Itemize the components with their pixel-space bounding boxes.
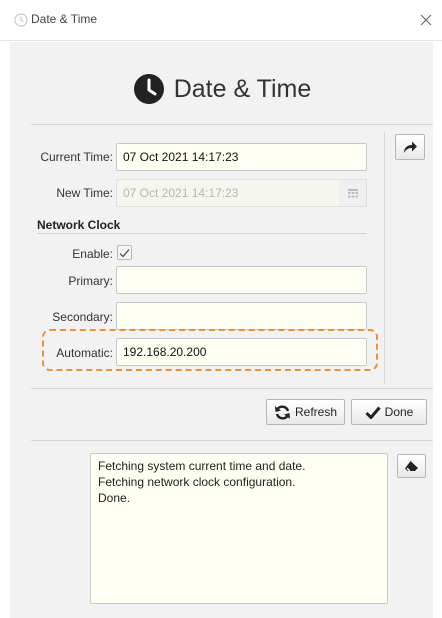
close-icon xyxy=(420,14,432,26)
share-arrow-icon xyxy=(404,141,417,153)
clock-icon xyxy=(133,74,164,104)
divider xyxy=(31,124,433,125)
new-time-label: New Time: xyxy=(56,186,113,200)
section-divider xyxy=(37,233,367,234)
calendar-icon xyxy=(347,188,358,197)
divider xyxy=(31,440,433,441)
done-label: Done xyxy=(384,405,414,419)
current-time-label: Current Time: xyxy=(40,150,113,164)
primary-label: Primary: xyxy=(68,274,113,288)
divider xyxy=(31,388,433,389)
dialog-panel: Date & Time Current Time: 07 Oct 2021 14… xyxy=(10,42,433,618)
done-button[interactable]: Done xyxy=(351,399,427,425)
title-bar: Date & Time xyxy=(0,0,442,41)
secondary-label: Secondary: xyxy=(52,310,113,324)
log-line: Done. xyxy=(98,491,131,505)
automatic-field[interactable]: 192.168.20.200 xyxy=(116,338,367,366)
log-output[interactable]: Fetching system current time and date. F… xyxy=(90,453,388,604)
calendar-button[interactable] xyxy=(339,179,367,207)
clock-icon xyxy=(14,13,28,27)
refresh-icon xyxy=(274,404,290,420)
refresh-label: Refresh xyxy=(294,405,338,419)
window-title: Date & Time xyxy=(31,12,98,26)
page-title: Date & Time xyxy=(173,74,312,103)
log-line: Fetching network clock configuration. xyxy=(98,475,296,489)
new-time-field[interactable]: 07 Oct 2021 14:17:23 xyxy=(116,179,340,207)
enable-label: Enable: xyxy=(72,247,113,261)
divider xyxy=(384,132,385,384)
automatic-label: Automatic: xyxy=(56,346,113,360)
clear-log-button[interactable] xyxy=(397,454,426,478)
header: Date & Time xyxy=(10,72,433,112)
secondary-field[interactable] xyxy=(116,302,367,330)
refresh-button[interactable]: Refresh xyxy=(266,399,345,425)
current-time-field[interactable]: 07 Oct 2021 14:17:23 xyxy=(116,143,367,171)
network-clock-title: Network Clock xyxy=(37,218,121,232)
eraser-icon xyxy=(405,461,418,472)
apply-button[interactable] xyxy=(395,134,425,160)
primary-field[interactable] xyxy=(116,266,367,294)
checkmark-icon xyxy=(365,406,381,419)
enable-checkbox[interactable] xyxy=(117,245,132,260)
checkmark-icon xyxy=(119,248,130,258)
log-line: Fetching system current time and date. xyxy=(98,459,306,473)
close-button[interactable] xyxy=(416,10,436,30)
